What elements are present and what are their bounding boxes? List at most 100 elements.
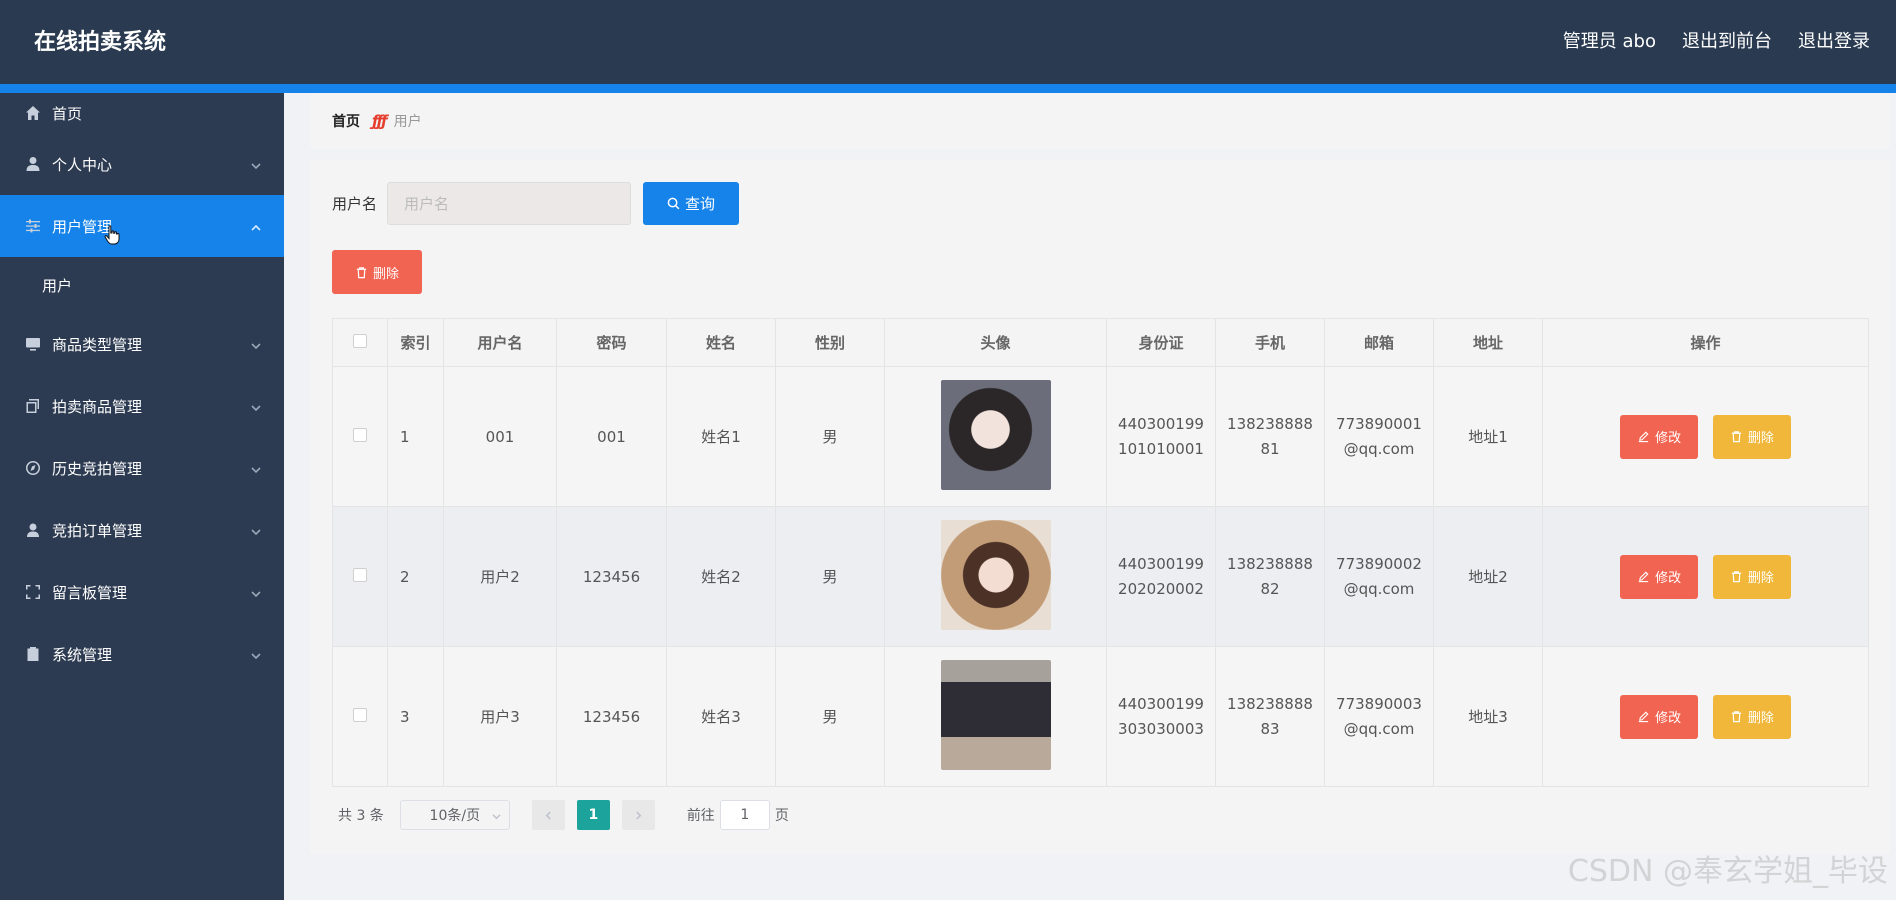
logout-link[interactable]: 退出登录: [1798, 27, 1870, 53]
column-header: 身份证: [1106, 318, 1216, 367]
edit-button-label: 修改: [1655, 431, 1682, 446]
sidebar-item-label: 系统管理: [52, 645, 113, 664]
table-header-row: 索引 用户名 密码 姓名 性别 头像 身份证 手机 邮箱 地址 操作: [332, 318, 1869, 367]
sidebar-subitem-users[interactable]: 用户: [0, 257, 284, 313]
batch-delete-label: 删除: [372, 266, 399, 282]
column-header: 用户名: [443, 318, 557, 367]
cell-gender: 男: [775, 506, 885, 647]
column-header: 操作: [1542, 318, 1869, 367]
cell-avatar: [884, 646, 1107, 787]
breadcrumb-home[interactable]: 首页: [332, 111, 360, 131]
watermark: CSDN @奉玄学姐_毕设: [1567, 854, 1888, 889]
page-size-select[interactable]: 10条/页: [399, 800, 510, 830]
column-header: 姓名: [666, 318, 776, 367]
goto-prefix: 前往: [686, 808, 715, 824]
user-icon: [24, 155, 42, 173]
query-button-label: 查询: [685, 195, 716, 213]
chevron-down-icon: [250, 400, 262, 412]
row-checkbox[interactable]: [353, 567, 367, 582]
edit-icon: [1638, 571, 1649, 583]
row-checkbox[interactable]: [353, 707, 367, 722]
cell-index: 2: [387, 506, 444, 647]
chevron-down-icon: [492, 814, 501, 820]
edit-button[interactable]: 修改: [1620, 694, 1699, 739]
trash-icon: [1731, 571, 1742, 583]
chevron-down-icon: [250, 586, 262, 598]
breadcrumb-separator-icon: ƒƒƒ: [372, 112, 388, 130]
sidebar-item-label: 首页: [52, 104, 83, 123]
page-number-current[interactable]: 1: [576, 800, 610, 830]
phone-line1: 138238888: [1227, 414, 1313, 433]
sidebar-item-product-types[interactable]: 商品类型管理: [0, 313, 284, 375]
header-accent-bar: [0, 84, 1896, 93]
users-table: 索引 用户名 密码 姓名 性别 头像 身份证 手机 邮箱 地址 操作 1 001…: [332, 318, 1869, 787]
cell-avatar: [884, 506, 1107, 647]
copy-icon: [24, 397, 42, 415]
row-checkbox[interactable]: [353, 427, 367, 442]
query-button[interactable]: 查询: [643, 182, 740, 225]
search-bar: 用户名 查询: [332, 182, 740, 225]
compass-icon: [24, 459, 42, 477]
sidebar-item-home[interactable]: 首页: [0, 93, 284, 133]
top-header: 在线拍卖系统 管理员 abo 退出到前台 退出登录: [0, 0, 1896, 84]
email-line2: @qq.com: [1343, 579, 1415, 598]
sliders-icon: [24, 217, 42, 235]
edit-button[interactable]: 修改: [1620, 554, 1699, 599]
sidebar-item-user-management[interactable]: 用户管理: [0, 195, 284, 257]
sidebar-item-system[interactable]: 系统管理: [0, 623, 284, 685]
select-all-checkbox[interactable]: [353, 333, 367, 348]
delete-button[interactable]: 删除: [1712, 414, 1791, 459]
phone-line1: 138238888: [1227, 554, 1313, 573]
goto-page: 前往 页: [687, 800, 789, 830]
id-card-line2: 101010001: [1118, 439, 1204, 458]
phone-line1: 138238888: [1227, 694, 1313, 713]
next-page-button[interactable]: [621, 800, 655, 830]
cell-actions: 修改 删除: [1542, 366, 1869, 507]
table-row: 2 用户2 123456 姓名2 男 440300199 202020002 13…: [332, 506, 1869, 647]
sidebar-item-auction-items[interactable]: 拍卖商品管理: [0, 375, 284, 437]
prev-page-button[interactable]: [531, 800, 565, 830]
sidebar-item-bid-history[interactable]: 历史竞拍管理: [0, 437, 284, 499]
sidebar-item-label: 个人中心: [52, 155, 113, 174]
edit-button[interactable]: 修改: [1620, 414, 1699, 459]
column-header: 地址: [1433, 318, 1543, 367]
chevron-down-icon: [250, 648, 262, 660]
column-header: 头像: [884, 318, 1107, 367]
search-label: 用户名: [332, 195, 378, 213]
username-search-input[interactable]: [387, 182, 632, 225]
email-line1: 773890002: [1336, 554, 1422, 573]
cell-password: 123456: [556, 506, 667, 647]
cell-username: 001: [443, 366, 557, 507]
sidebar-item-bid-orders[interactable]: 竞拍订单管理: [0, 499, 284, 561]
goto-suffix: 页: [774, 808, 789, 824]
id-card-line2: 202020002: [1118, 579, 1204, 598]
cell-name: 姓名2: [666, 506, 776, 647]
avatar: [940, 519, 1051, 630]
batch-delete-button[interactable]: 删除: [332, 250, 422, 294]
back-to-front-link[interactable]: 退出到前台: [1682, 27, 1772, 53]
cell-actions: 修改 删除: [1542, 506, 1869, 647]
delete-button[interactable]: 删除: [1712, 554, 1791, 599]
page-size-value: 10条/页: [429, 808, 481, 824]
phone-line2: 83: [1260, 719, 1280, 738]
sidebar-item-message-board[interactable]: 留言板管理: [0, 561, 284, 623]
sidebar: 首页 个人中心 用户管理 用户 商品类型管理 拍卖商品管理 历史竞拍管理 竞拍订…: [0, 93, 284, 900]
cell-id-card: 440300199 202020002: [1106, 506, 1216, 647]
id-card-line1: 440300199: [1118, 414, 1204, 433]
delete-button[interactable]: 删除: [1712, 694, 1791, 739]
fullscreen-icon: [24, 583, 42, 601]
home-icon: [24, 104, 42, 122]
cell-index: 1: [387, 366, 444, 507]
goto-page-input[interactable]: [719, 800, 770, 830]
cell-id-card: 440300199 303030003: [1106, 646, 1216, 787]
avatar: [940, 659, 1051, 770]
email-line1: 773890001: [1336, 414, 1422, 433]
chevron-left-icon: [545, 810, 551, 820]
edit-button-label: 修改: [1655, 571, 1682, 586]
column-header: 性别: [775, 318, 885, 367]
column-header: 手机: [1215, 318, 1325, 367]
sidebar-item-profile[interactable]: 个人中心: [0, 133, 284, 195]
select-all-cell: [332, 318, 388, 367]
email-line2: @qq.com: [1343, 439, 1415, 458]
cell-avatar: [884, 366, 1107, 507]
